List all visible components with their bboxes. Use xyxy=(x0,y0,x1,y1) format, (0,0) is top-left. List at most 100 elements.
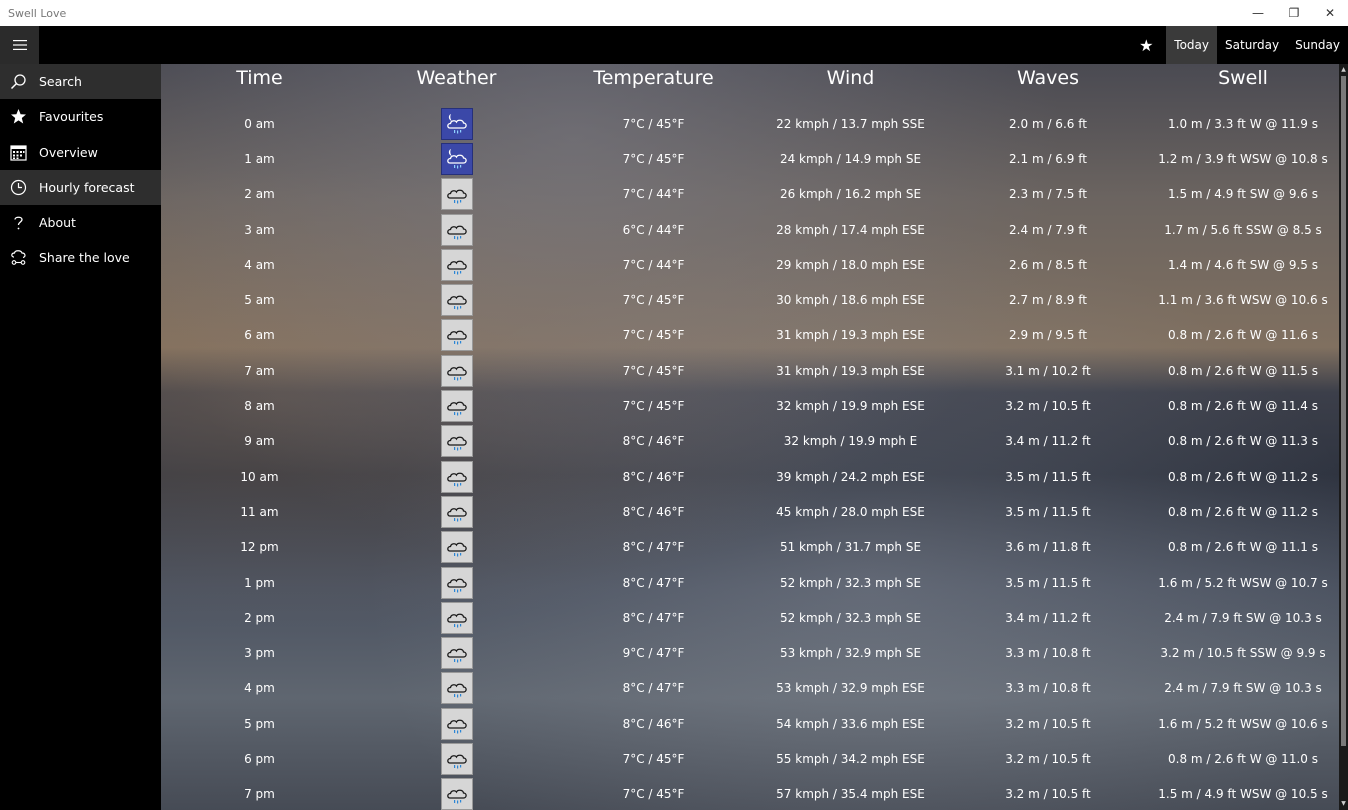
cell-waves: 3.4 m / 11.2 ft xyxy=(1005,434,1091,449)
table-row: 5 pm 8°C / 46°F 54 kmph / 33.6 mph ESE 3.2 … xyxy=(161,706,1339,741)
cell-time: 4 am xyxy=(244,257,275,272)
table-row: 7 pm 7°C / 45°F 57 kmph / 35.4 mph ESE 3.2 … xyxy=(161,777,1339,810)
rain-weather-icon xyxy=(440,742,473,775)
calendar-icon xyxy=(0,144,36,161)
table-row: 1 am 7°C / 45°F 24 kmph / 14.9 mph SE 2.1 m… xyxy=(161,141,1339,176)
cell-temperature: 8°C / 46°F xyxy=(622,504,685,519)
cell-time: 5 am xyxy=(244,293,275,308)
cell-waves: 2.7 m / 8.9 ft xyxy=(1009,293,1087,308)
rain-weather-icon xyxy=(440,178,473,211)
cell-swell: 3.2 m / 10.5 ft SSW @ 9.9 s xyxy=(1160,646,1326,661)
cell-weather xyxy=(358,354,555,387)
cell-weather xyxy=(358,778,555,810)
hamburger-icon xyxy=(12,40,27,50)
share-icon xyxy=(0,249,36,266)
cell-temperature: 7°C / 45°F xyxy=(622,399,685,414)
cell-waves: 3.5 m / 11.5 ft xyxy=(1005,469,1091,484)
sidebar-item-search[interactable]: Search xyxy=(0,64,161,99)
table-row: 3 am 6°C / 44°F 28 kmph / 17.4 mph ESE 2.4 … xyxy=(161,212,1339,247)
cell-swell: 1.6 m / 5.2 ft WSW @ 10.6 s xyxy=(1158,716,1328,731)
cell-swell: 0.8 m / 2.6 ft W @ 11.1 s xyxy=(1168,540,1318,555)
rain-weather-icon xyxy=(440,672,473,705)
cell-waves: 3.2 m / 10.5 ft xyxy=(1005,399,1091,414)
cell-time: 10 am xyxy=(240,469,279,484)
cell-weather xyxy=(358,460,555,493)
sidebar-item-label: Search xyxy=(39,74,82,89)
rain-weather-icon xyxy=(440,637,473,670)
scroll-down-arrow-icon[interactable]: ▼ xyxy=(1340,800,1347,808)
cell-weather xyxy=(358,390,555,423)
rain-weather-icon xyxy=(440,354,473,387)
header-time: Time xyxy=(236,67,283,89)
cell-swell: 1.2 m / 3.9 ft WSW @ 10.8 s xyxy=(1158,151,1328,166)
cell-wind: 31 kmph / 19.3 mph ESE xyxy=(776,363,925,378)
favourite-toggle-button[interactable]: ★ xyxy=(1126,26,1166,64)
cell-temperature: 7°C / 45°F xyxy=(622,363,685,378)
rain-weather-icon xyxy=(440,319,473,352)
tab-saturday[interactable]: Saturday xyxy=(1217,26,1287,64)
sidebar-item-about[interactable]: About xyxy=(0,205,161,240)
cell-wind: 31 kmph / 19.3 mph ESE xyxy=(776,328,925,343)
cell-weather xyxy=(358,425,555,458)
cell-wind: 28 kmph / 17.4 mph ESE xyxy=(776,222,925,237)
table-row: 11 am 8°C / 46°F 45 kmph / 28.0 mph ESE 3.5… xyxy=(161,494,1339,529)
cell-weather xyxy=(358,319,555,352)
sidebar-item-share-the-love[interactable]: Share the love xyxy=(0,240,161,275)
cell-swell: 1.5 m / 4.9 ft SW @ 9.6 s xyxy=(1168,187,1318,202)
cell-weather xyxy=(358,495,555,528)
cell-time: 1 am xyxy=(244,151,275,166)
rain-weather-icon xyxy=(440,390,473,423)
cell-temperature: 9°C / 47°F xyxy=(622,646,685,661)
cell-weather xyxy=(358,566,555,599)
window-title: Swell Love xyxy=(8,6,67,20)
cell-temperature: 8°C / 47°F xyxy=(622,575,685,590)
cell-wind: 29 kmph / 18.0 mph ESE xyxy=(776,257,925,272)
rain-weather-icon xyxy=(440,284,473,317)
cell-time: 3 pm xyxy=(244,646,275,661)
rain-weather-icon xyxy=(440,778,473,810)
night-rain-weather-icon xyxy=(440,142,473,175)
day-tabs: Today Saturday Sunday xyxy=(1166,26,1348,64)
tab-today[interactable]: Today xyxy=(1166,26,1218,64)
cell-wind: 51 kmph / 31.7 mph SE xyxy=(779,540,922,555)
restore-button[interactable]: ❐ xyxy=(1276,0,1312,26)
cell-temperature: 7°C / 44°F xyxy=(622,257,685,272)
vertical-scrollbar[interactable]: ▲ ▼ xyxy=(1339,64,1348,810)
cell-swell: 1.0 m / 3.3 ft W @ 11.9 s xyxy=(1168,116,1318,131)
cell-waves: 2.3 m / 7.5 ft xyxy=(1009,187,1087,202)
cell-wind: 53 kmph / 32.9 mph ESE xyxy=(776,681,925,696)
sidebar-item-overview[interactable]: Overview xyxy=(0,135,161,170)
cell-temperature: 8°C / 47°F xyxy=(622,540,685,555)
cell-swell: 0.8 m / 2.6 ft W @ 11.5 s xyxy=(1168,363,1318,378)
cell-waves: 2.0 m / 6.6 ft xyxy=(1009,116,1087,131)
cell-weather xyxy=(358,248,555,281)
table-row: 8 am 7°C / 45°F 32 kmph / 19.9 mph ESE 3.2 … xyxy=(161,388,1339,423)
sidebar-item-label: Share the love xyxy=(39,250,130,266)
cell-temperature: 7°C / 45°F xyxy=(622,787,685,802)
cell-swell: 0.8 m / 2.6 ft W @ 11.2 s xyxy=(1168,504,1318,519)
cell-wind: 52 kmph / 32.3 mph SE xyxy=(779,575,922,590)
scrollbar-thumb[interactable] xyxy=(1341,76,1346,746)
sidebar-item-hourly-forecast[interactable]: Hourly forecast xyxy=(0,169,161,205)
rain-weather-icon xyxy=(440,601,473,634)
cell-wind: 22 kmph / 13.7 mph SSE xyxy=(776,116,925,131)
cell-wind: 54 kmph / 33.6 mph ESE xyxy=(776,716,925,731)
cell-wind: 32 kmph / 19.9 mph ESE xyxy=(776,399,925,414)
header-temperature: Temperature xyxy=(593,67,714,89)
rain-weather-icon xyxy=(440,707,473,740)
cell-wind: 24 kmph / 14.9 mph SE xyxy=(779,151,922,166)
cell-temperature: 7°C / 45°F xyxy=(622,293,685,308)
cell-wind: 39 kmph / 24.2 mph ESE xyxy=(776,469,925,484)
sidebar-item-label: Favourites xyxy=(39,109,104,125)
sidebar-item-favourites[interactable]: Favourites xyxy=(0,99,161,134)
rain-weather-icon xyxy=(440,248,473,281)
cell-temperature: 7°C / 45°F xyxy=(622,751,685,766)
cell-weather xyxy=(358,178,555,211)
minimize-button[interactable]: — xyxy=(1240,0,1276,26)
hamburger-menu-button[interactable] xyxy=(0,26,39,64)
cell-temperature: 7°C / 45°F xyxy=(622,328,685,343)
tab-sunday[interactable]: Sunday xyxy=(1287,26,1348,64)
close-button[interactable]: ✕ xyxy=(1312,0,1348,26)
cell-waves: 3.5 m / 11.5 ft xyxy=(1005,504,1091,519)
scroll-up-arrow-icon[interactable]: ▲ xyxy=(1340,66,1347,74)
